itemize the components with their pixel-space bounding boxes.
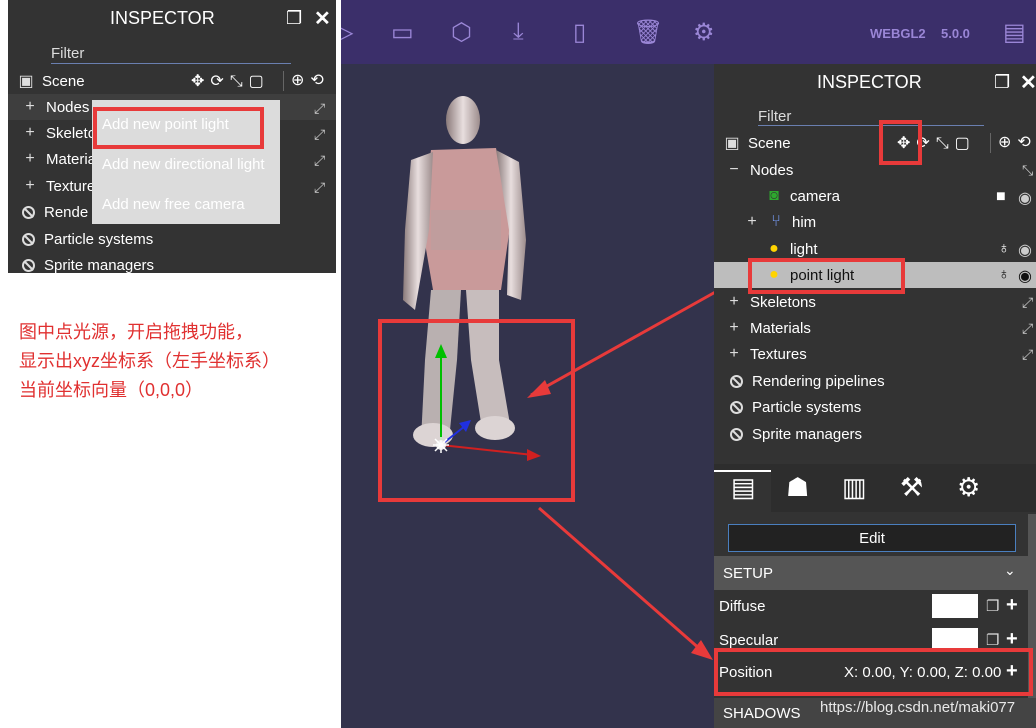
filter-label: Filter (758, 108, 792, 125)
plus-icon: + (25, 124, 35, 141)
tree-item-label: Skeletons (750, 293, 816, 311)
close-icon[interactable]: ✕ (1020, 70, 1036, 95)
highlight-box (93, 107, 264, 149)
popout-icon[interactable]: ❐ (286, 8, 302, 29)
tree-item-nodes[interactable]: − Nodes (726, 157, 1036, 183)
scene-label: Scene (748, 134, 791, 152)
plus-icon: + (729, 345, 739, 362)
property-tabs: ▤ ☗ ▥ ⚒ ⚙ (714, 464, 1036, 512)
menu-item-add-free-camera[interactable]: Add new free camera (102, 196, 245, 213)
tree-item-particle-systems[interactable]: Particle systems (22, 226, 336, 252)
video-camera-icon: ■ (996, 188, 1006, 205)
tree-item-label: camera (790, 187, 841, 205)
tree-item-label: Texture (46, 177, 96, 195)
inspector-title: INSPECTOR (110, 8, 215, 28)
ban-icon (22, 205, 35, 219)
target-refresh-icons[interactable]: ⊕⟲ (291, 70, 330, 90)
image-icon: ▣ (18, 73, 34, 90)
tree-item-label: Rende (44, 203, 89, 221)
tree-item-label: Skeleto (46, 124, 97, 142)
diffuse-label: Diffuse (719, 598, 766, 615)
tree-item-label: Particle systems (752, 398, 862, 416)
tree-item-materials[interactable]: + Materials (726, 315, 1036, 341)
plus-icon: + (25, 98, 35, 115)
ban-icon (730, 374, 743, 388)
menu-item-add-directional-light[interactable]: Add new directional light (102, 156, 265, 173)
annotation-line: 图中点光源，开启拖拽功能， (19, 322, 253, 342)
tree-item-label: him (792, 213, 817, 231)
setup-section-header[interactable]: SETUP ⌄ (714, 556, 1036, 590)
tree-item-sprite-managers[interactable]: Sprite managers (22, 252, 336, 278)
shadows-label: SHADOWS (723, 704, 801, 722)
ban-icon (730, 400, 743, 414)
scene-row[interactable]: ▣ Scene (18, 68, 336, 94)
tree-item-label: Textures (750, 345, 807, 363)
watermark: https://blog.csdn.net/maki077 (820, 699, 1016, 716)
ban-icon (22, 258, 35, 272)
annotation-line: 当前坐标向量（0,0,0） (19, 380, 204, 400)
inspector-title: INSPECTOR (817, 72, 922, 92)
edit-button[interactable]: Edit (728, 524, 1016, 552)
tree-item-label: Rendering pipelines (752, 372, 885, 390)
ban-icon (730, 427, 743, 441)
tree-item-label: Materia (46, 150, 97, 168)
ban-icon (22, 232, 35, 246)
diffuse-row: Diffuse ❐ + (714, 592, 1036, 624)
tree-item-textures[interactable]: + Textures (726, 341, 1036, 367)
tree-item-label: Sprite managers (44, 256, 155, 274)
tab-debug-icon[interactable]: ☗ (786, 472, 809, 503)
tab-tools-icon[interactable]: ⚒ (900, 472, 923, 503)
tree-item-sprite-managers[interactable]: Sprite managers (730, 421, 1036, 447)
filter-input[interactable] (758, 125, 984, 126)
plus-icon: + (25, 150, 35, 167)
copy-icon[interactable]: ❐ (986, 597, 999, 615)
light-toggle-icon: ♁ (998, 266, 1010, 283)
divider (283, 71, 284, 91)
minus-icon: − (729, 161, 739, 178)
copy-icon[interactable]: ❐ (986, 631, 999, 649)
eye-icon: ◉ (1018, 268, 1032, 285)
camera-icon: ◙ (769, 187, 779, 204)
filter-input[interactable] (51, 63, 291, 64)
tree-item-particle-systems[interactable]: Particle systems (730, 394, 1036, 420)
divider (990, 133, 991, 153)
chevron-down-icon: ⌄ (1004, 562, 1016, 578)
lightbulb-icon: ● (769, 240, 779, 257)
right-inspector-panel: INSPECTOR ❐ ✕ Filter ▣ Scene ✥⟳⤡▢ ⊕⟲ − N… (714, 64, 1036, 728)
annotation-line: 显示出xyz坐标系（左手坐标系） (19, 351, 280, 371)
tab-statistics-icon[interactable]: ▥ (842, 472, 867, 503)
plus-icon: + (25, 177, 35, 194)
tree-item-label: Sprite managers (752, 425, 863, 443)
branch-icon: ⑂ (771, 213, 781, 230)
position-highlight-box (714, 648, 1033, 696)
setup-label: SETUP (723, 564, 774, 582)
annotation-note: 图中点光源，开启拖拽功能， 显示出xyz坐标系（左手坐标系） 当前坐标向量（0,… (19, 318, 280, 405)
tree-item-label: Particle systems (44, 230, 154, 248)
specular-label: Specular (719, 632, 779, 649)
tab-document-icon[interactable]: ▤ (731, 472, 756, 503)
plus-icon[interactable]: + (1006, 594, 1018, 617)
plus-icon: + (729, 293, 739, 310)
image-icon: ▣ (724, 135, 740, 152)
close-icon[interactable]: ✕ (314, 6, 331, 31)
tree-item-label: Materials (750, 319, 811, 337)
tree-item-him[interactable]: + ⑂ him (744, 209, 1036, 235)
filter-label: Filter (51, 45, 85, 62)
plus-icon: + (747, 213, 757, 230)
eye-icon: ◉ (1018, 242, 1032, 259)
tree-item-label: Nodes (750, 161, 794, 179)
gizmo-tools[interactable]: ✥⟳⤡▢ (191, 71, 270, 91)
scene-label: Scene (42, 72, 85, 90)
tree-item-label: light (790, 240, 818, 258)
point-light-highlight-box (748, 258, 905, 294)
light-toggle-icon: ♁ (998, 240, 1010, 257)
popout-icon[interactable]: ❐ (994, 72, 1010, 93)
eye-icon: ◉ (1018, 190, 1032, 207)
tree-item-rendering-pipelines[interactable]: Rendering pipelines (730, 368, 1036, 394)
plus-icon: + (729, 319, 739, 336)
diffuse-color-swatch[interactable] (932, 594, 978, 618)
tree-item-label: Nodes (46, 98, 90, 116)
tab-settings-icon[interactable]: ⚙ (957, 472, 980, 503)
target-refresh-icons[interactable]: ⊕⟲ (998, 132, 1036, 152)
